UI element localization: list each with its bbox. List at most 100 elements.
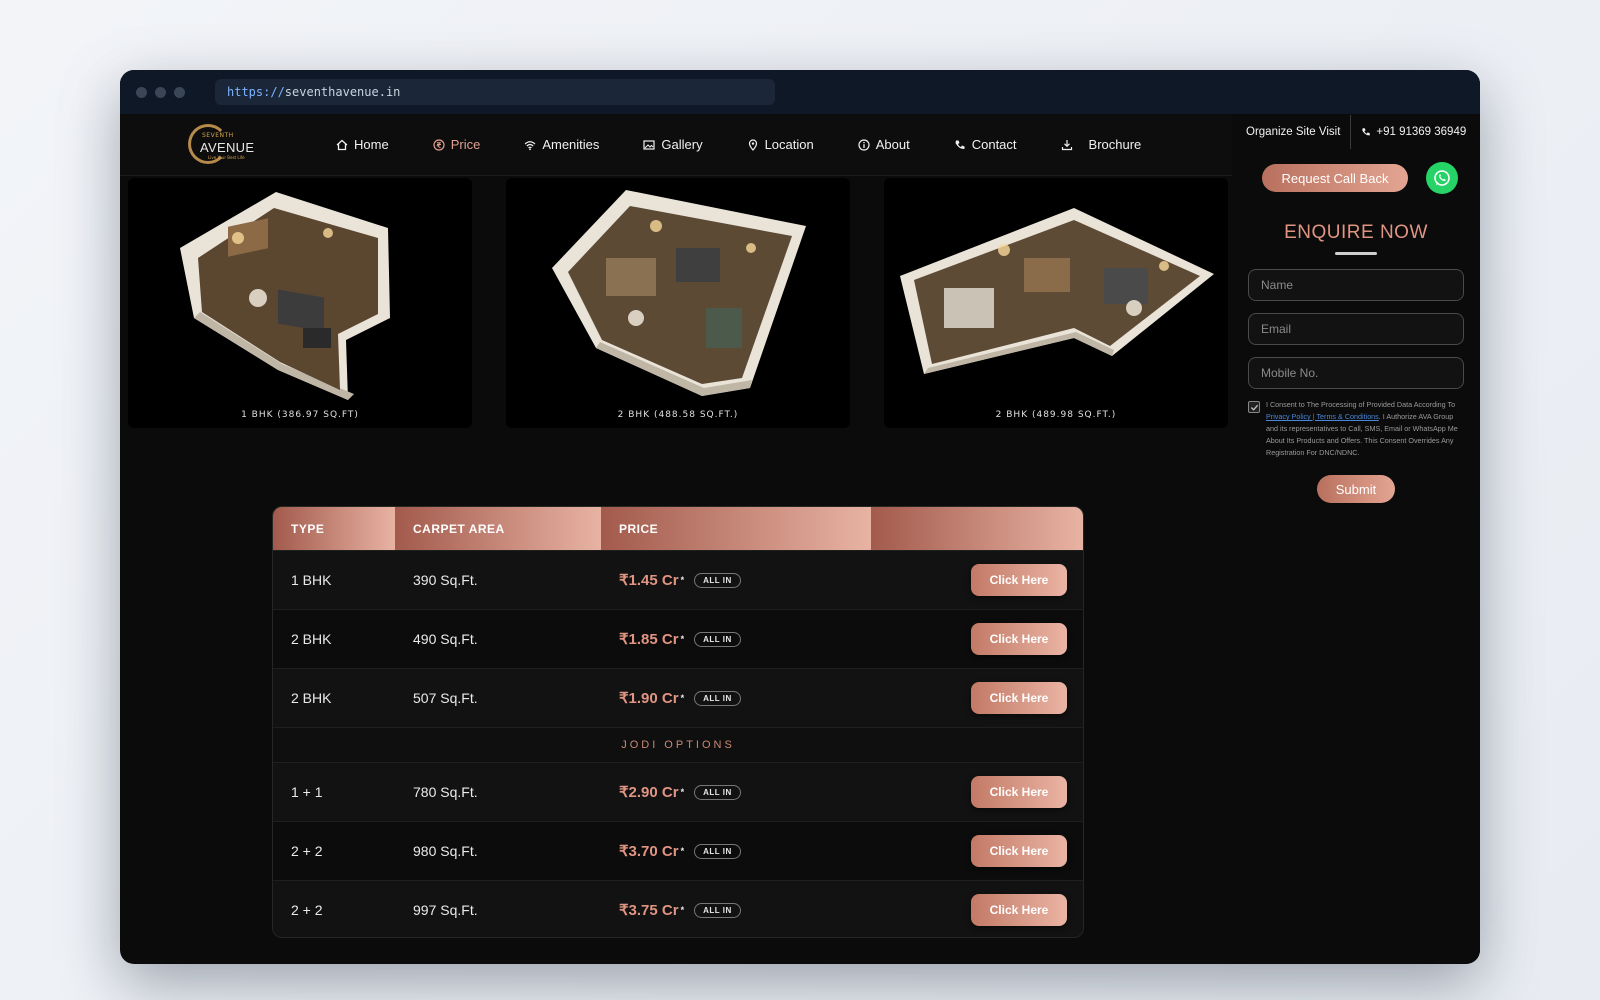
- floorplan-2bhk-a-image: [552, 190, 806, 396]
- price-asterisk: *: [680, 787, 685, 797]
- table-row: 2 + 2 997 Sq.Ft. ₹3.75 Cr * ALL IN Click H…: [273, 880, 1083, 937]
- contact-strip: Organize Site Visit +91 91369 36949: [1232, 114, 1480, 150]
- seventh-avenue-logo[interactable]: SEVENTH AVENUE Live Your Best Life: [188, 120, 254, 170]
- submit-button[interactable]: Submit: [1317, 475, 1395, 503]
- whatsapp-icon: [1434, 170, 1450, 186]
- nav-price[interactable]: Price: [433, 137, 481, 152]
- organize-site-visit-link[interactable]: Organize Site Visit: [1246, 126, 1340, 138]
- row-type: 1 + 1: [291, 784, 323, 800]
- enquire-now-title: ENQUIRE NOW: [1284, 222, 1428, 243]
- nav-brochure[interactable]: Brochure: [1061, 137, 1142, 152]
- floorplan-caption: 1 BHK (386.97 SQ.FT): [241, 410, 359, 420]
- click-here-button[interactable]: Click Here: [971, 835, 1067, 867]
- row-action: Click Here: [871, 623, 1083, 655]
- window-close-dot[interactable]: [136, 86, 147, 98]
- address-bar[interactable]: https://seventhavenue.in: [215, 79, 775, 105]
- row-area: 490 Sq.Ft.: [413, 631, 478, 647]
- price-value: ₹1.45 Cr: [619, 572, 679, 589]
- logo-line-2: AVENUE: [200, 139, 255, 155]
- nav-home-label: Home: [354, 137, 389, 152]
- price-table-header: TYPE CARPET AREA PRICE: [273, 507, 1083, 550]
- home-icon: [336, 139, 348, 150]
- click-here-button[interactable]: Click Here: [971, 776, 1067, 808]
- floorplan-card-1bhk[interactable]: 1 BHK (386.97 SQ.FT): [128, 178, 472, 428]
- title-underline: [1335, 252, 1377, 255]
- main-nav: Home Price Amenities Gallery Location Ab…: [336, 137, 1185, 152]
- click-here-button[interactable]: Click Here: [971, 623, 1067, 655]
- click-here-button[interactable]: Click Here: [971, 682, 1067, 714]
- click-here-button[interactable]: Click Here: [971, 564, 1067, 596]
- whatsapp-button[interactable]: [1426, 162, 1458, 194]
- enquiry-form: I Consent to The Processing of Provided …: [1232, 269, 1480, 503]
- floorplan-caption: 2 BHK (489.98 SQ.FT.): [995, 410, 1117, 420]
- header-price: PRICE: [601, 507, 871, 550]
- location-pin-icon: [748, 138, 757, 151]
- floorplan-card-2bhk-b[interactable]: 2 BHK (489.98 SQ.FT.): [884, 178, 1228, 428]
- logo-line-3: Live Your Best Life: [208, 154, 245, 160]
- privacy-policy-link[interactable]: Privacy Policy | Terms & Conditions: [1266, 412, 1379, 421]
- name-input[interactable]: [1248, 269, 1464, 301]
- row-type: 2 + 2: [291, 843, 323, 859]
- url-scheme: https://: [227, 85, 285, 99]
- nav-price-label: Price: [450, 137, 481, 152]
- row-type: 2 BHK: [291, 631, 332, 647]
- nav-about-label: About: [875, 137, 910, 152]
- row-area: 507 Sq.Ft.: [413, 690, 478, 706]
- price-asterisk: *: [680, 905, 685, 915]
- window-maximize-dot[interactable]: [174, 86, 185, 98]
- phone-icon: [955, 140, 965, 149]
- floorplan-2bhk-b-image: [900, 208, 1214, 374]
- nav-about[interactable]: About: [858, 137, 910, 152]
- all-in-badge: ALL IN: [694, 784, 741, 800]
- nav-contact[interactable]: Contact: [954, 137, 1017, 152]
- row-action: Click Here: [871, 894, 1083, 926]
- rupee-icon: [433, 138, 445, 151]
- all-in-badge: ALL IN: [694, 572, 741, 588]
- row-area: 997 Sq.Ft.: [413, 902, 478, 918]
- nav-gallery[interactable]: Gallery: [643, 137, 703, 152]
- row-type: 2 BHK: [291, 690, 332, 706]
- all-in-badge: ALL IN: [694, 631, 741, 647]
- row-price: ₹3.70 Cr * ALL IN: [601, 842, 871, 860]
- browser-titlebar: https://seventhavenue.in: [120, 70, 1480, 114]
- wifi-icon: [524, 140, 536, 150]
- price-asterisk: *: [680, 575, 685, 585]
- nav-amenities[interactable]: Amenities: [524, 137, 599, 152]
- price-asterisk: *: [680, 693, 685, 703]
- price-value: ₹3.75 Cr: [619, 902, 679, 919]
- nav-gallery-label: Gallery: [661, 137, 703, 152]
- price-value: ₹1.85 Cr: [619, 631, 679, 648]
- info-icon: [858, 138, 870, 151]
- floorplan-1bhk-image: [180, 192, 390, 400]
- header-type: TYPE: [273, 507, 395, 550]
- floorplan-gallery: 1 BHK (386.97 SQ.FT) 2 BHK (488.58 SQ.FT…: [128, 178, 1228, 428]
- floorplan-card-2bhk-a[interactable]: 2 BHK (488.58 SQ.FT.): [506, 178, 850, 428]
- row-action: Click Here: [871, 564, 1083, 596]
- consent-checkbox[interactable]: [1248, 401, 1260, 413]
- mobile-input[interactable]: [1248, 357, 1464, 389]
- row-price: ₹1.45 Cr * ALL IN: [601, 571, 871, 589]
- url-host: seventhavenue.in: [284, 85, 401, 99]
- price-value: ₹1.90 Cr: [619, 690, 679, 707]
- consent-text-start: I Consent to The Processing of Provided …: [1266, 400, 1456, 409]
- row-type: 2 + 2: [291, 902, 323, 918]
- price-asterisk: *: [680, 634, 685, 644]
- nav-brochure-label: Brochure: [1088, 137, 1142, 152]
- nav-home[interactable]: Home: [336, 137, 389, 152]
- price-value: ₹2.90 Cr: [619, 784, 679, 801]
- consent-text: I Consent to The Processing of Provided …: [1266, 399, 1464, 459]
- nav-location[interactable]: Location: [747, 137, 814, 152]
- phone-number: +91 91369 36949: [1376, 126, 1467, 138]
- consent-row: I Consent to The Processing of Provided …: [1248, 399, 1464, 459]
- all-in-badge: ALL IN: [694, 690, 741, 706]
- row-action: Click Here: [871, 835, 1083, 867]
- nav-amenities-label: Amenities: [542, 137, 600, 152]
- click-here-button[interactable]: Click Here: [971, 894, 1067, 926]
- jodi-rows: 1 + 1 780 Sq.Ft. ₹2.90 Cr * ALL IN Click H…: [273, 762, 1083, 937]
- floorplan-caption: 2 BHK (488.58 SQ.FT.): [617, 410, 739, 420]
- request-call-back-button[interactable]: Request Call Back: [1262, 164, 1408, 192]
- table-row: 1 + 1 780 Sq.Ft. ₹2.90 Cr * ALL IN Click H…: [273, 762, 1083, 821]
- email-input[interactable]: [1248, 313, 1464, 345]
- window-minimize-dot[interactable]: [155, 86, 166, 98]
- phone-link[interactable]: +91 91369 36949: [1361, 126, 1466, 138]
